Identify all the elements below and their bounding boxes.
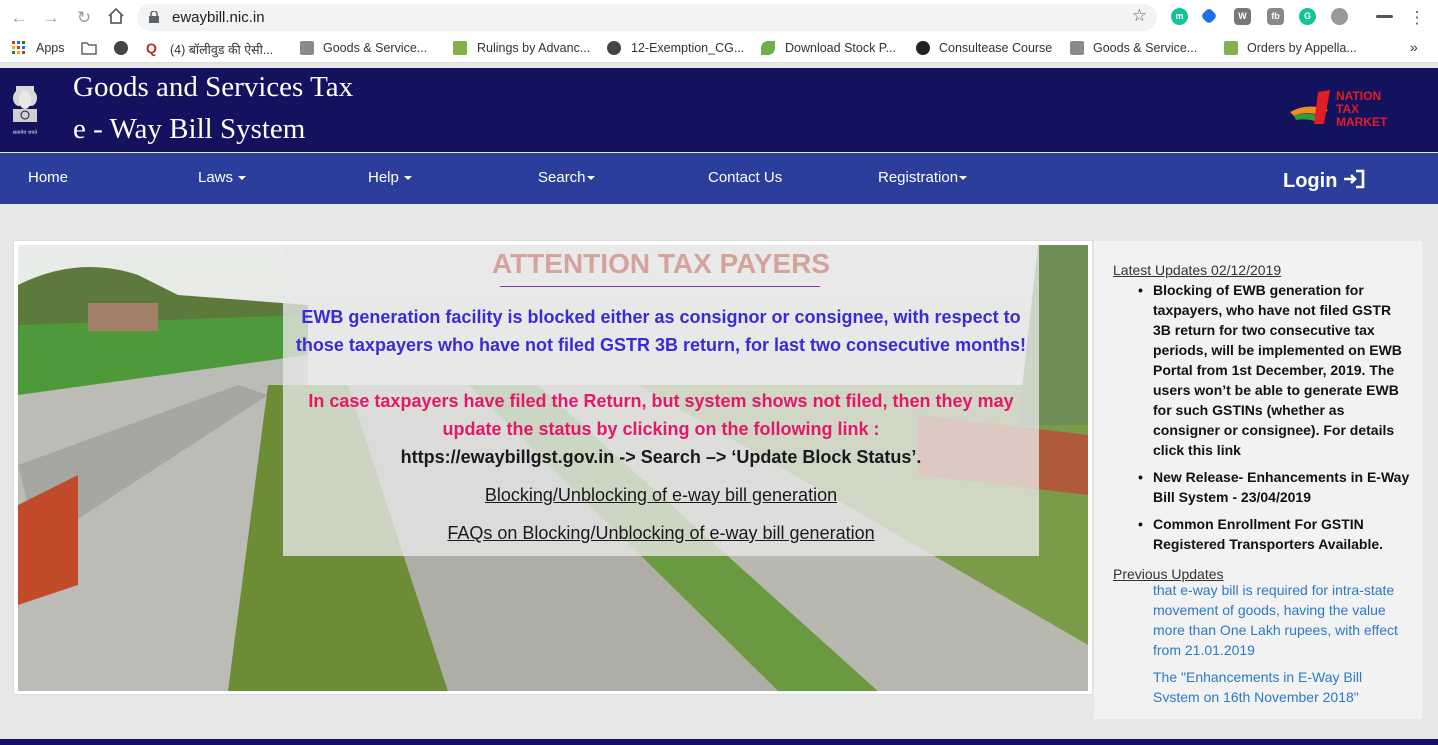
- login-button[interactable]: Login: [1283, 169, 1365, 193]
- emblem-caption: सत्यमेव जयते: [13, 129, 38, 136]
- consultease-icon: [916, 41, 930, 55]
- bookmark-exemption[interactable]: 12-Exemption_CG...: [631, 41, 744, 55]
- gst-emblem-icon: [300, 41, 314, 55]
- caret-down-icon: [586, 176, 595, 181]
- blocking-faq-link[interactable]: FAQs on Blocking/Unblocking of e-way bil…: [283, 523, 1039, 544]
- nav-contact[interactable]: Contact Us: [708, 169, 782, 186]
- quora-icon: Q: [146, 40, 157, 56]
- bookmark-gst-2[interactable]: Goods & Service...: [1093, 41, 1197, 55]
- notice-incase-line1: In case taxpayers have filed the Return,…: [308, 391, 1014, 411]
- nav-registration[interactable]: Registration: [878, 169, 968, 186]
- back-icon[interactable]: ←: [8, 7, 30, 29]
- notice-update-instructions: https://ewaybillgst.gov.in -> Search –> …: [400, 447, 922, 467]
- previous-update-item[interactable]: The "Enhancements in E-Way Bill System o…: [1153, 667, 1411, 702]
- caret-down-icon: [238, 176, 247, 181]
- sign-in-icon: [1344, 169, 1365, 189]
- globe-icon: [114, 41, 128, 55]
- site-icon: [453, 41, 467, 55]
- extension-wt-icon[interactable]: W: [1234, 8, 1251, 25]
- notice-blocked-line1: EWB generation facility is blocked eithe…: [301, 307, 1021, 327]
- address-bar[interactable]: ewaybill.nic.in ☆: [137, 4, 1157, 31]
- footer-bar: [0, 739, 1438, 745]
- bookmarks-bar: Apps Q (4) बॉलीवुड की ऐसी... Goods & Ser…: [0, 35, 1438, 63]
- bookmark-star-icon[interactable]: ☆: [1132, 6, 1147, 26]
- nav-help-label: Help: [368, 169, 399, 186]
- nav-home[interactable]: Home: [28, 169, 68, 186]
- logo-word-tax: TAX: [1336, 102, 1359, 116]
- bookmark-stock[interactable]: Download Stock P...: [785, 41, 896, 55]
- site-title-line2: e - Way Bill System: [73, 113, 306, 145]
- nav-laws[interactable]: Laws: [198, 169, 247, 186]
- extension-diamond-icon[interactable]: [1200, 7, 1218, 25]
- bookmark-apps[interactable]: Apps: [36, 41, 65, 55]
- bookmark-consultease[interactable]: Consultease Course: [939, 41, 1052, 55]
- logo-word-nation: NATION: [1336, 89, 1381, 103]
- folder-icon[interactable]: [81, 41, 97, 55]
- browser-toolbar: ← → ↻ ewaybill.nic.in ☆ m W fb G ⋮: [0, 0, 1438, 35]
- latest-update-item[interactable]: New Release- Enhancements in E-Way Bill …: [1138, 467, 1411, 507]
- notice-divider: [500, 286, 820, 287]
- nav-search[interactable]: Search: [538, 169, 595, 186]
- notice-blocked-line2: those taxpayers who have not filed GSTR …: [295, 335, 1027, 355]
- latest-update-item[interactable]: Blocking of EWB generation for taxpayers…: [1138, 280, 1411, 460]
- globe-icon: [607, 41, 621, 55]
- leaf-icon: [761, 41, 775, 55]
- site-title-line1: Goods and Services Tax: [73, 71, 354, 103]
- extension-circle-icon[interactable]: [1331, 8, 1348, 25]
- reload-icon[interactable]: ↻: [73, 7, 95, 29]
- bookmark-rulings[interactable]: Rulings by Advanc...: [477, 41, 590, 55]
- lock-icon: [149, 11, 159, 23]
- notice-title: ATTENTION TAX PAYERS: [491, 248, 831, 279]
- nav-help[interactable]: Help: [368, 169, 412, 186]
- caret-down-icon: [959, 176, 968, 181]
- bookmark-quora[interactable]: (4) बॉलीवुड की ऐसी...: [170, 41, 273, 58]
- latest-updates-list: Blocking of EWB generation for taxpayers…: [1138, 280, 1411, 561]
- url-text: ewaybill.nic.in: [172, 9, 265, 26]
- grammarly-icon[interactable]: G: [1299, 8, 1316, 25]
- home-icon[interactable]: [105, 7, 127, 29]
- previous-update-item[interactable]: that e-way bill is required for intra-st…: [1153, 580, 1411, 660]
- nation-tax-market-logo: NATION TAX MARKET: [1290, 89, 1388, 129]
- notice-incase-line2: update the status by clicking on the fol…: [442, 419, 880, 439]
- forward-icon[interactable]: →: [40, 7, 62, 29]
- extension-fb-icon[interactable]: fb: [1267, 8, 1284, 25]
- site-icon: [1224, 41, 1238, 55]
- main-nav: Home Laws Help Search Contact Us Registr…: [0, 153, 1438, 204]
- more-bookmarks-icon[interactable]: »: [1410, 39, 1418, 55]
- extension-bar-icon[interactable]: [1376, 15, 1393, 18]
- nav-search-label: Search: [538, 169, 586, 186]
- bookmark-gst-1[interactable]: Goods & Service...: [323, 41, 427, 55]
- national-emblem-icon: सत्यमेव जयते: [13, 86, 38, 136]
- blocking-unblocking-link[interactable]: Blocking/Unblocking of e-way bill genera…: [283, 485, 1039, 506]
- previous-updates-list: that e-way bill is required for intra-st…: [1153, 580, 1411, 702]
- latest-update-item[interactable]: Common Enrollment For GSTIN Registered T…: [1138, 514, 1411, 554]
- extension-m-icon[interactable]: m: [1171, 8, 1188, 25]
- caret-down-icon: [403, 176, 412, 181]
- nav-laws-label: Laws: [198, 169, 234, 186]
- nav-registration-label: Registration: [878, 169, 959, 186]
- gst-emblem-icon: [1070, 41, 1084, 55]
- login-label: Login: [1283, 170, 1338, 192]
- apps-grid-icon[interactable]: [12, 41, 26, 55]
- latest-updates-heading[interactable]: Latest Updates 02/12/2019: [1113, 262, 1281, 278]
- menu-icon[interactable]: ⋮: [1406, 7, 1428, 29]
- logo-word-market: MARKET: [1336, 115, 1388, 129]
- bookmark-orders[interactable]: Orders by Appella...: [1247, 41, 1357, 55]
